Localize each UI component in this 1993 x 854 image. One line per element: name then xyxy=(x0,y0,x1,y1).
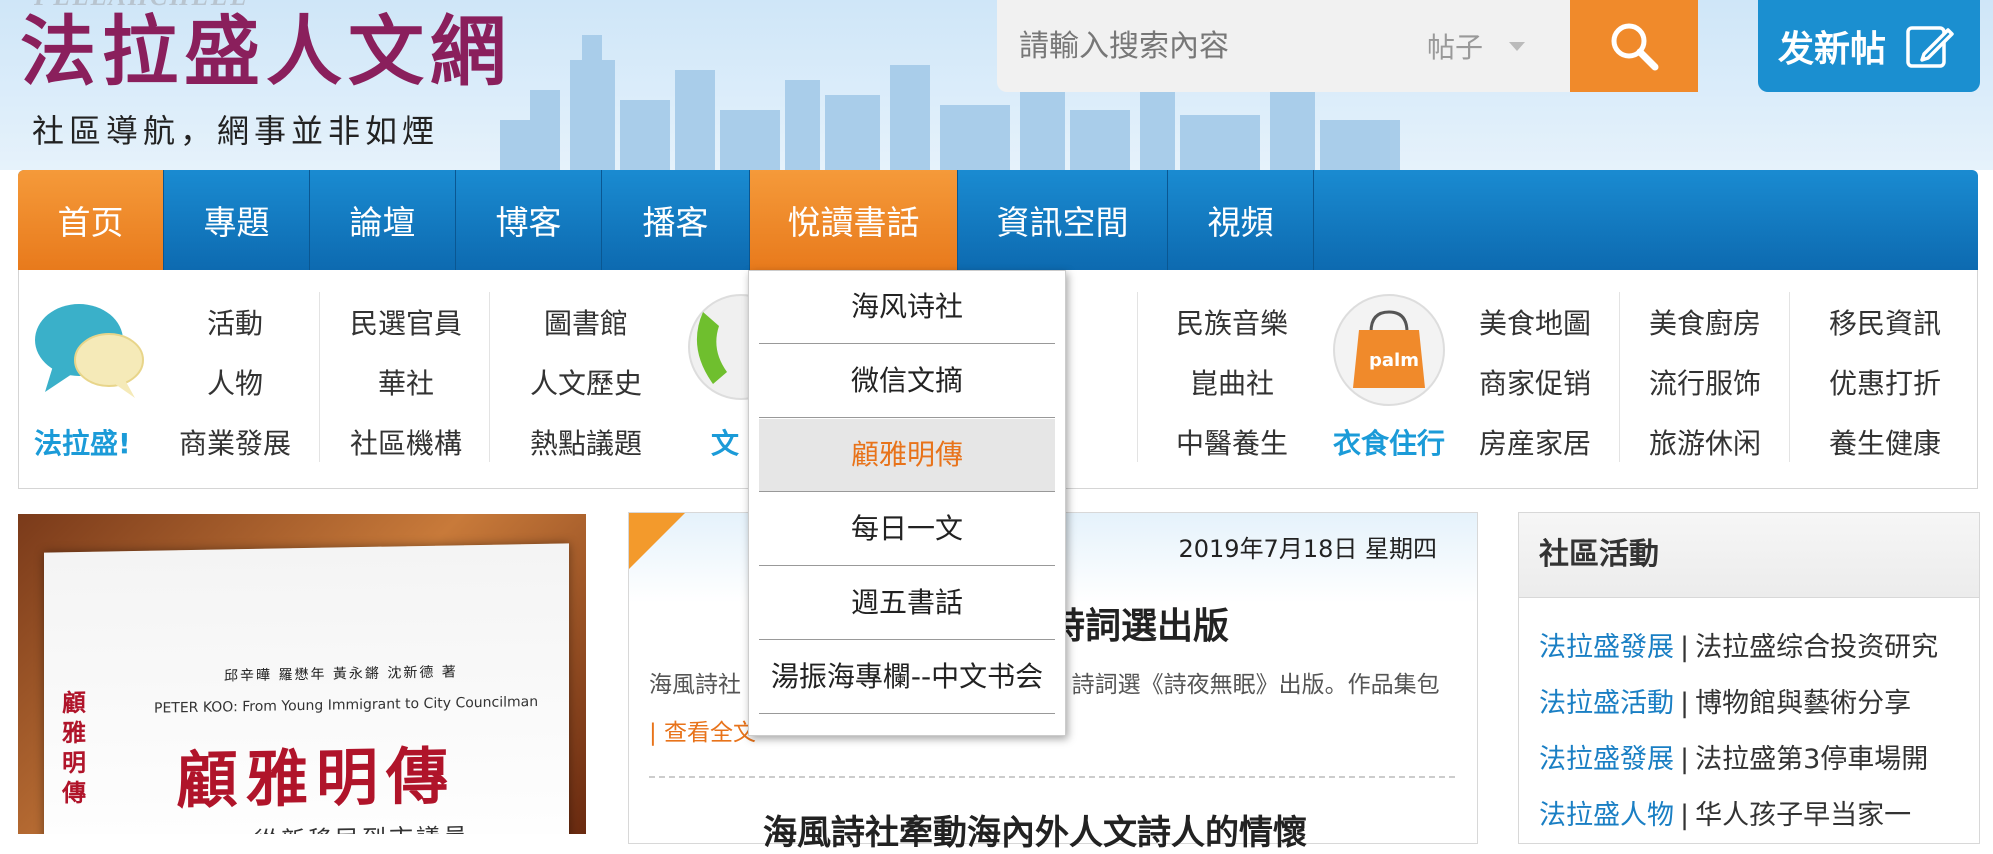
sub-link[interactable]: 移民資訊 xyxy=(1800,302,1970,342)
search-bar: 帖子 xyxy=(997,0,1570,92)
book-subtitle: 從新移民到市議員 xyxy=(254,817,470,834)
site-header: FELLAHCHEEL 法拉盛人文網 社區導航，網事並非如煙 帖子 发新帖 xyxy=(0,0,1993,170)
column-divider xyxy=(319,292,320,462)
new-post-button[interactable]: 发新帖 xyxy=(1758,0,1980,92)
event-category[interactable]: 法拉盛活動 xyxy=(1539,688,1674,719)
read-more-link[interactable]: | 查看全文 xyxy=(649,720,756,746)
event-title[interactable]: 华人孩子早当家一 xyxy=(1695,800,1911,831)
new-post-label: 发新帖 xyxy=(1778,29,1887,70)
sub-link[interactable]: 中醫養生 xyxy=(1147,422,1317,462)
sub-link[interactable]: 熱點議題 xyxy=(501,422,671,462)
summary-end: 詩詞選《詩夜無眠》出版。作品集包 xyxy=(1071,672,1440,698)
chevron-down-icon xyxy=(1509,41,1526,51)
dashed-divider xyxy=(649,776,1455,778)
event-title[interactable]: 博物館與藝術分享 xyxy=(1695,688,1911,719)
sub-link[interactable]: 商家促销 xyxy=(1450,362,1620,402)
sidebar-title: 社區活動 xyxy=(1519,513,1979,598)
event-category[interactable]: 法拉盛人物 xyxy=(1539,800,1674,831)
event-title[interactable]: 法拉盛第3停車場開 xyxy=(1695,744,1928,775)
column-divider xyxy=(1137,292,1138,462)
sub-link[interactable]: 流行服饰 xyxy=(1620,362,1790,402)
list-item[interactable]: 法拉盛人物 | 华人孩子早当家一 xyxy=(1539,793,1938,849)
chat-bubbles-icon xyxy=(35,304,144,398)
site-logo[interactable]: 法拉盛人文網 xyxy=(20,14,512,90)
sub-link[interactable]: 人物 xyxy=(150,362,320,402)
book-cover: 邱辛曄 羅懋年 黃永鏘 沈新德 著 PETER KOO: From Young … xyxy=(44,543,569,834)
sub-link[interactable]: 崑曲社 xyxy=(1147,362,1317,402)
column-divider xyxy=(1619,292,1620,462)
corner-ribbon xyxy=(629,513,685,569)
column-divider xyxy=(489,292,490,462)
list-item[interactable]: 法拉盛發展 | 法拉盛综合投资研究 xyxy=(1539,625,1938,681)
sub-link[interactable]: 華社 xyxy=(321,362,491,402)
sub-link[interactable]: 民選官員 xyxy=(321,302,491,342)
event-list: 法拉盛發展 | 法拉盛综合投资研究 法拉盛活動 | 博物館與藝術分享 法拉盛發展 | 法拉盛… xyxy=(1539,625,1938,849)
dropdown-item[interactable]: 湯振海專欄--中文书会 xyxy=(759,641,1055,714)
sub-link[interactable]: 人文歷史 xyxy=(501,362,671,402)
summary-start: 海風詩社 xyxy=(649,672,741,698)
nav-forum[interactable]: 論壇 xyxy=(310,170,456,270)
dropdown-item-active[interactable]: 顧雅明傳 xyxy=(759,419,1055,492)
sub-link[interactable]: 美食地圖 xyxy=(1450,302,1620,342)
sub-link[interactable]: 美食廚房 xyxy=(1620,302,1790,342)
column-divider xyxy=(1789,292,1790,462)
dropdown-item[interactable]: 每日一文 xyxy=(759,493,1055,566)
event-category[interactable]: 法拉盛發展 xyxy=(1539,632,1674,663)
featured-book-banner[interactable]: 邱辛曄 羅懋年 黃永鏘 沈新德 著 PETER KOO: From Young … xyxy=(18,514,586,834)
group-title-flushing[interactable]: 法拉盛! xyxy=(34,422,131,462)
book-spine-title: 顧雅明傳 xyxy=(62,688,86,808)
event-title[interactable]: 法拉盛综合投资研究 xyxy=(1695,632,1938,663)
dropdown-item[interactable]: 海风诗社 xyxy=(759,271,1055,344)
reading-dropdown-menu: 海风诗社 微信文摘 顧雅明傳 每日一文 週五書話 湯振海專欄--中文书会 xyxy=(748,270,1066,736)
article-title[interactable]: 詩詞選出版 xyxy=(1049,597,1229,649)
site-slogan: 社區導航，網事並非如煙 xyxy=(32,112,440,150)
sub-link[interactable]: 活動 xyxy=(150,302,320,342)
search-type-select[interactable]: 帖子 xyxy=(1427,0,1567,92)
nav-podcast[interactable]: 播客 xyxy=(602,170,750,270)
sub-link[interactable]: 圖書館 xyxy=(501,302,671,342)
palm-logo-text: palm xyxy=(1369,350,1419,371)
sub-link[interactable]: 房産家居 xyxy=(1450,422,1620,462)
main-navigation: 首页 專題 論壇 博客 播客 悅讀書話 資訊空間 視頻 xyxy=(18,170,1978,270)
group-title-lifestyle[interactable]: 衣食住行 xyxy=(1333,422,1445,462)
nav-home[interactable]: 首页 xyxy=(18,170,164,270)
nav-reading[interactable]: 悅讀書話 xyxy=(750,170,958,270)
sub-link[interactable]: 社區機構 xyxy=(321,422,491,462)
event-category[interactable]: 法拉盛發展 xyxy=(1539,744,1674,775)
sub-link[interactable]: 商業發展 xyxy=(150,422,320,462)
sub-link[interactable]: 民族音樂 xyxy=(1147,302,1317,342)
search-icon xyxy=(1611,23,1659,71)
nav-topics[interactable]: 專題 xyxy=(164,170,310,270)
search-button[interactable] xyxy=(1570,0,1698,92)
book-authors: 邱辛曄 羅懋年 黃永鏘 沈新德 著 xyxy=(224,664,458,685)
dropdown-item[interactable]: 微信文摘 xyxy=(759,345,1055,418)
sub-link[interactable]: 优惠打折 xyxy=(1800,362,1970,402)
search-input[interactable] xyxy=(997,0,1417,92)
community-events-sidebar: 社區活動 法拉盛發展 | 法拉盛综合投资研究 法拉盛活動 | 博物館與藝術分享 法拉盛發… xyxy=(1518,512,1980,844)
search-type-label: 帖子 xyxy=(1427,31,1484,64)
list-item[interactable]: 法拉盛活動 | 博物館與藝術分享 xyxy=(1539,681,1938,737)
nav-video[interactable]: 視頻 xyxy=(1168,170,1314,270)
nav-blog[interactable]: 博客 xyxy=(456,170,602,270)
nav-info-space[interactable]: 資訊空間 xyxy=(958,170,1168,270)
group-title-culture[interactable]: 文 xyxy=(711,422,739,462)
article-date: 2019年7月18日 星期四 xyxy=(1178,535,1437,563)
sub-link[interactable]: 養生健康 xyxy=(1800,422,1970,462)
book-english-title: PETER KOO: From Young Immigrant to City … xyxy=(154,693,539,717)
article-title-secondary[interactable]: 海風詩社牽動海內外人文詩人的情懷 xyxy=(763,805,1307,854)
sub-link[interactable]: 旅游休闲 xyxy=(1620,422,1790,462)
edit-icon xyxy=(1906,26,1954,68)
list-item[interactable]: 法拉盛發展 | 法拉盛第3停車場開 xyxy=(1539,737,1938,793)
dropdown-item[interactable]: 週五書話 xyxy=(759,567,1055,640)
book-title: 顧雅明傳 xyxy=(176,739,457,818)
